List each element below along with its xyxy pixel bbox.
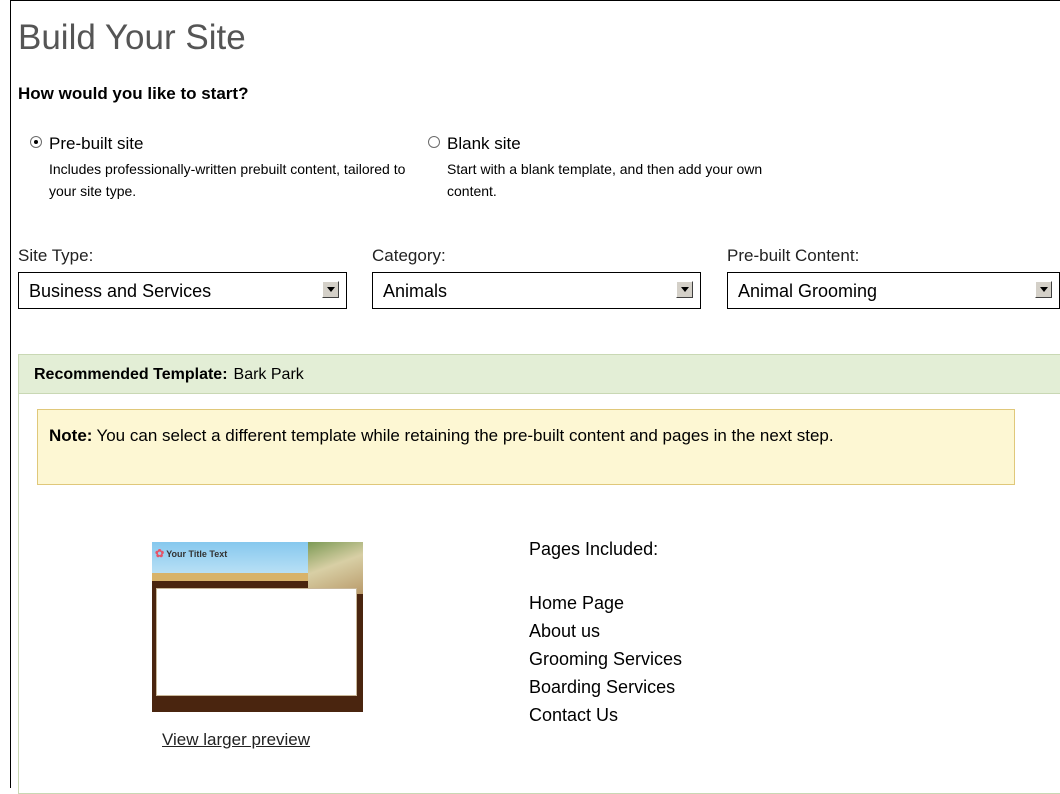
recommended-template-header: Recommended Template: Bark Park bbox=[19, 355, 1060, 394]
note-text: You can select a different template whil… bbox=[96, 426, 834, 445]
dog-photo-icon bbox=[308, 542, 363, 594]
chevron-down-icon[interactable] bbox=[322, 281, 339, 298]
recommended-template-name: Bark Park bbox=[233, 366, 304, 383]
prebuilt-description: Includes professionally-written prebuilt… bbox=[49, 161, 406, 199]
list-item: Grooming Services bbox=[529, 649, 683, 669]
prebuilt-content-select[interactable]: Animal Grooming bbox=[727, 272, 1060, 309]
paw-icon: ✿ bbox=[155, 548, 165, 560]
category-select[interactable]: Animals bbox=[372, 272, 701, 309]
view-larger-preview-link[interactable]: View larger preview bbox=[162, 730, 310, 750]
recommended-template-label: Recommended Template: bbox=[34, 366, 228, 383]
pages-included-list: Home Page About us Grooming Services Boa… bbox=[529, 589, 682, 729]
list-item: Boarding Services bbox=[529, 677, 676, 697]
category-value: Animals bbox=[383, 281, 448, 301]
prebuilt-content-value: Animal Grooming bbox=[738, 281, 878, 301]
note-label: Note: bbox=[49, 426, 93, 445]
site-type-label: Site Type: bbox=[18, 246, 94, 265]
chevron-down-icon[interactable] bbox=[1035, 281, 1052, 298]
prebuilt-content-label: Pre-built Content: bbox=[727, 246, 860, 265]
pages-included-title: Pages Included: bbox=[529, 539, 659, 559]
thumb-title-text: Your Title Text bbox=[166, 549, 228, 559]
recommended-template-panel: Recommended Template: Bark Park Note: You … bbox=[18, 354, 1060, 794]
page-title: Build Your Site bbox=[18, 18, 246, 57]
blank-radio[interactable] bbox=[428, 136, 440, 148]
thumb-content-area bbox=[156, 588, 357, 696]
template-preview-thumbnail[interactable]: ✿ Your Title Text bbox=[152, 542, 363, 712]
chevron-down-icon[interactable] bbox=[676, 281, 693, 298]
note-box: Note: You can select a different template… bbox=[37, 409, 1015, 485]
prebuilt-label[interactable]: Pre-built site bbox=[49, 134, 143, 154]
prebuilt-radio[interactable] bbox=[30, 136, 42, 148]
category-label: Category: bbox=[372, 246, 446, 265]
thumb-logo: ✿ Your Title Text bbox=[155, 547, 227, 560]
list-item: About us bbox=[529, 621, 601, 641]
blank-label[interactable]: Blank site bbox=[447, 134, 521, 154]
blank-description: Start with a blank template, and then ad… bbox=[447, 161, 763, 199]
start-question: How would you like to start? bbox=[18, 84, 249, 103]
site-type-value: Business and Services bbox=[29, 281, 212, 301]
site-type-select[interactable]: Business and Services bbox=[18, 272, 347, 309]
list-item: Contact Us bbox=[529, 705, 619, 725]
list-item: Home Page bbox=[529, 593, 625, 613]
